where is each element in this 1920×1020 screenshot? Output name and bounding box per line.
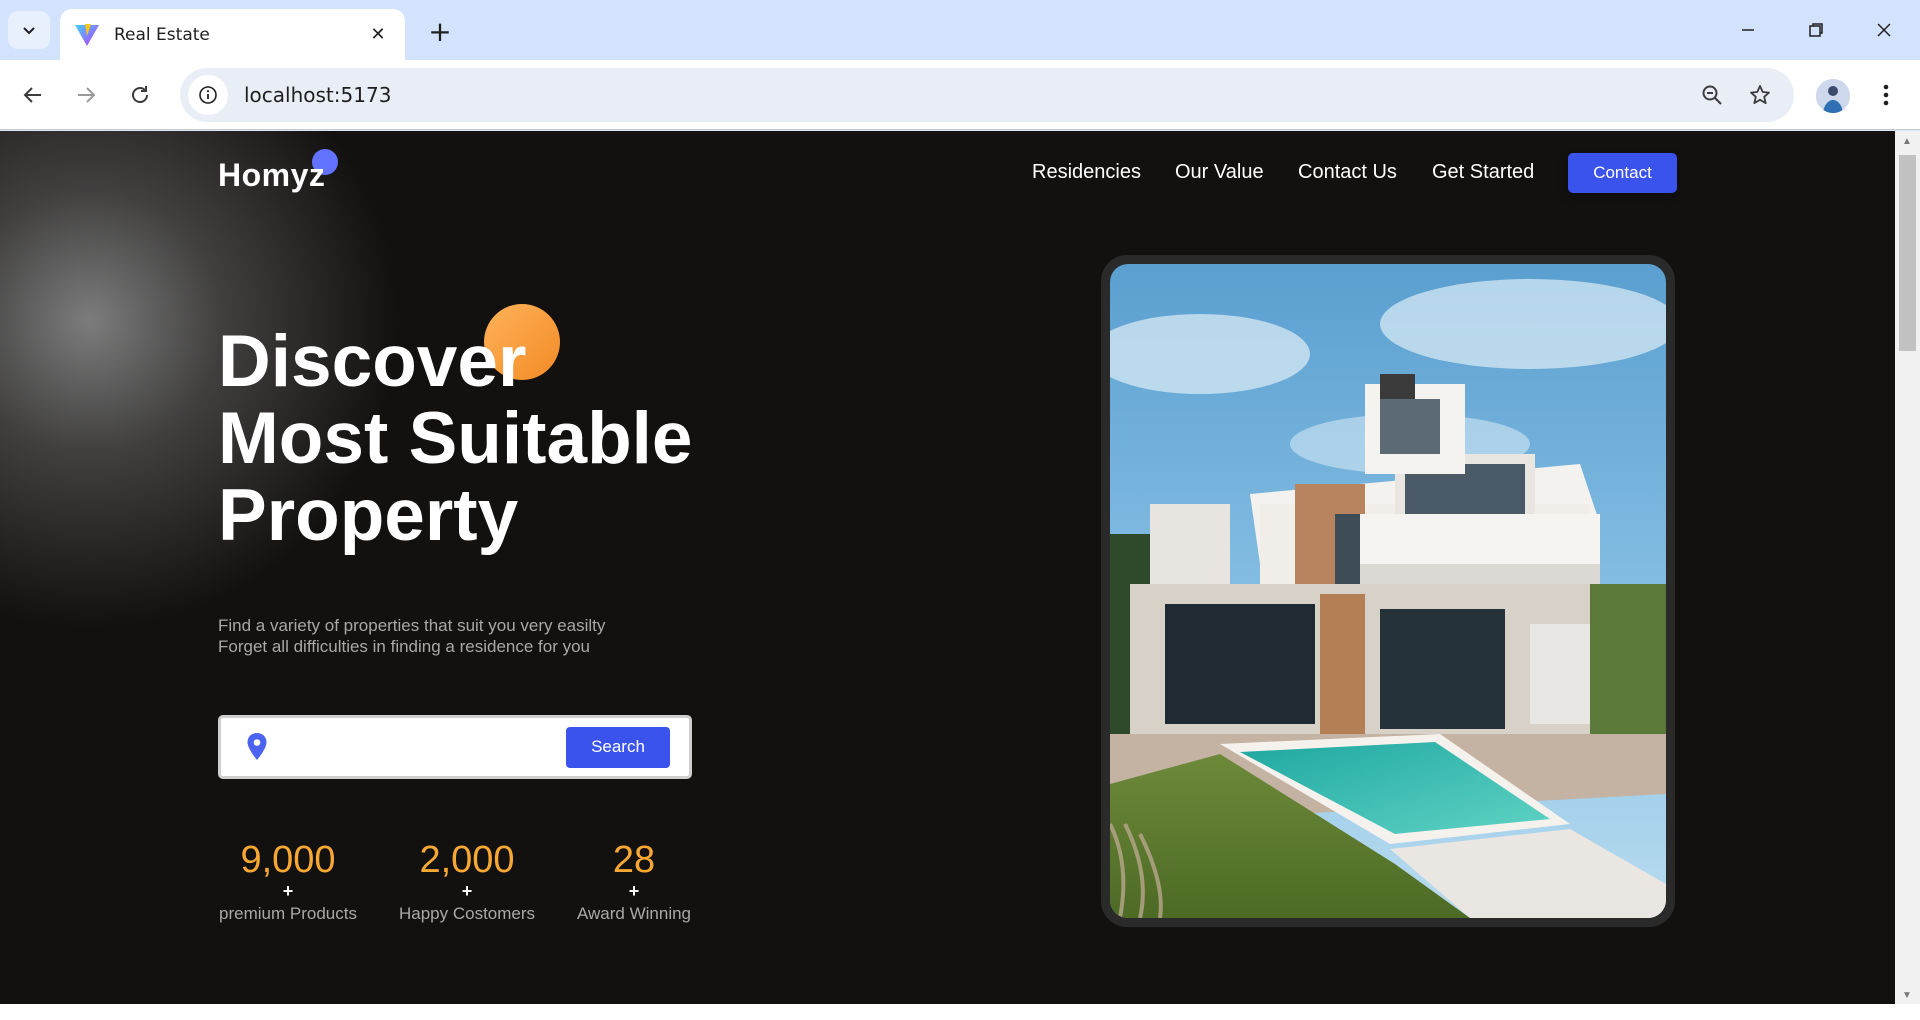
chevron-down-icon — [23, 27, 35, 35]
stat-number: 9,000 — [240, 839, 336, 881]
nav-residencies[interactable]: Residencies — [1032, 161, 1141, 184]
more-menu-icon[interactable] — [1870, 77, 1902, 113]
page-bottom-edge — [0, 1004, 1920, 1020]
subtitle-line-1: Find a variety of properties that suit y… — [218, 616, 606, 635]
page-scrollbar[interactable]: ▲ ▼ — [1895, 131, 1920, 1004]
stat-number: 2,000 — [419, 839, 515, 881]
back-icon[interactable] — [15, 77, 51, 113]
stat-number: 28 — [612, 839, 656, 881]
close-icon[interactable]: ✕ — [365, 22, 391, 48]
search-button[interactable]: Search — [566, 726, 670, 768]
stat-label: Happy Costomers — [398, 904, 536, 923]
star-icon[interactable] — [1740, 75, 1780, 115]
restore-icon[interactable] — [1796, 12, 1836, 48]
nav-get-started[interactable]: Get Started — [1432, 161, 1534, 184]
url-text[interactable]: localhost:5173 — [244, 83, 1692, 107]
nav-our-value[interactable]: Our Value — [1175, 161, 1264, 184]
reload-icon[interactable] — [122, 77, 158, 113]
tab-strip: Real Estate ✕ + — [0, 0, 1920, 60]
hero-line-3: Property — [218, 475, 519, 556]
hero-subtitle: Find a variety of properties that suit y… — [218, 615, 605, 657]
tab-search-button[interactable] — [8, 11, 50, 49]
stat-awards: 28 + Award Winning — [576, 839, 692, 925]
stat-plus: + — [461, 881, 473, 901]
hero-title: Discover Most Suitable Property — [218, 323, 693, 554]
scroll-thumb[interactable] — [1899, 155, 1916, 351]
stat-label: Award Winning — [576, 904, 692, 923]
tab-title: Real Estate — [114, 24, 210, 45]
address-bar[interactable]: localhost:5173 — [180, 68, 1794, 122]
close-window-icon[interactable] — [1864, 12, 1904, 48]
search-bar: Search — [218, 715, 692, 779]
contact-button[interactable]: Contact — [1568, 153, 1677, 193]
zoom-icon[interactable] — [1692, 75, 1732, 115]
logo[interactable]: Homyz — [218, 157, 325, 194]
stat-customers: 2,000 + Happy Costomers — [397, 839, 537, 925]
search-input[interactable] — [279, 727, 566, 767]
scroll-up-icon[interactable]: ▲ — [1901, 137, 1913, 147]
hero-image — [1110, 264, 1666, 918]
location-pin-icon — [247, 733, 267, 760]
minimize-icon[interactable] — [1728, 12, 1768, 48]
stat-products: 9,000 + premium Products — [218, 839, 358, 925]
stat-plus: + — [628, 881, 640, 901]
hero-line-1: Discover — [218, 321, 527, 402]
scroll-down-icon[interactable]: ▼ — [1901, 991, 1913, 1001]
browser-tab[interactable]: Real Estate ✕ — [60, 9, 405, 60]
nav-contact-us[interactable]: Contact Us — [1298, 161, 1397, 184]
stat-label: premium Products — [219, 904, 357, 923]
stat-plus: + — [282, 881, 294, 901]
hero-line-2: Most Suitable — [218, 398, 693, 479]
hero-image-frame — [1101, 255, 1675, 927]
page-viewport: Homyz Residencies Our Value Contact Us G… — [0, 131, 1895, 1004]
browser-toolbar: localhost:5173 — [0, 60, 1920, 130]
subtitle-line-2: Forget all difficulties in finding a res… — [218, 637, 590, 656]
forward-icon[interactable] — [68, 77, 104, 113]
vite-favicon-icon — [75, 23, 99, 46]
info-icon[interactable] — [188, 75, 228, 115]
plus-icon[interactable]: + — [425, 15, 455, 48]
avatar[interactable] — [1816, 79, 1850, 113]
